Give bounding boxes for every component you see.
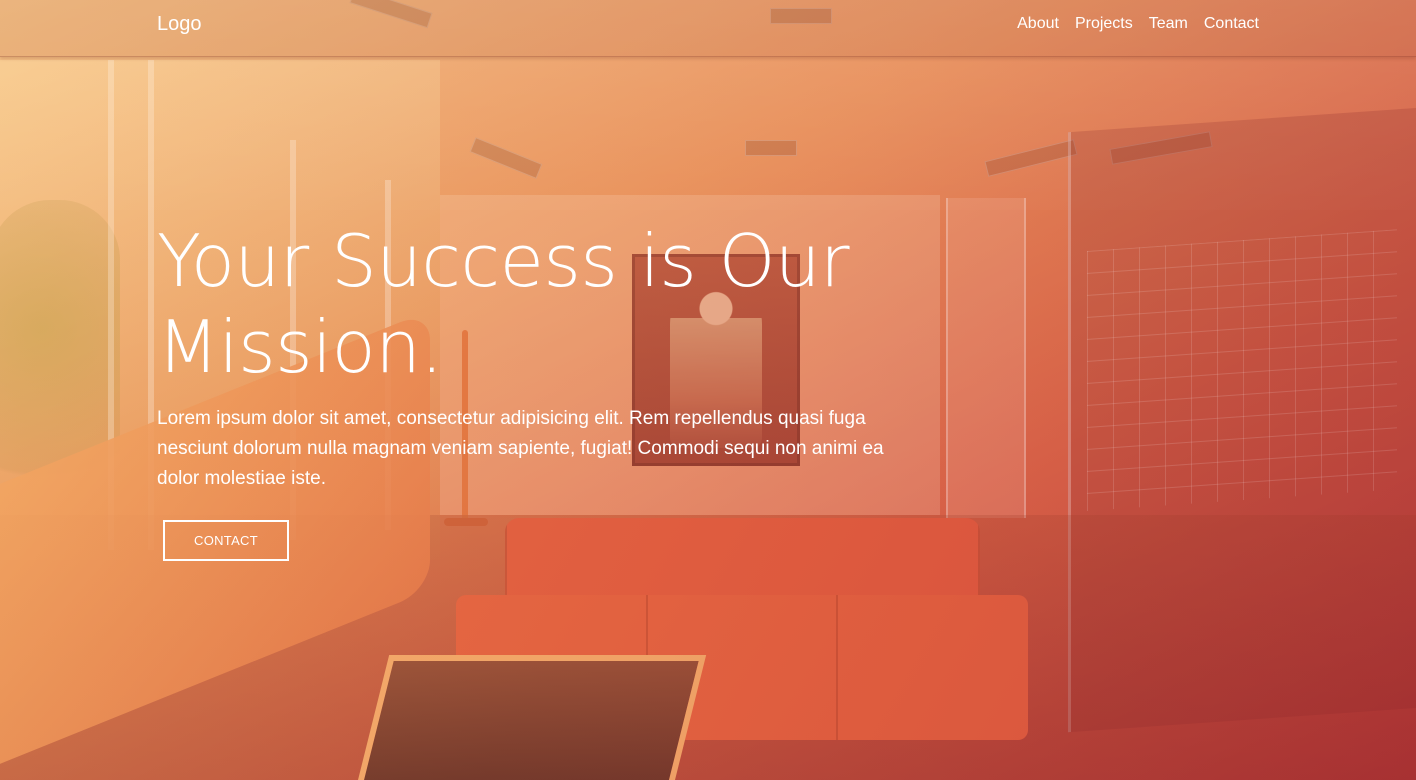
nav-link-about[interactable]: About <box>1017 14 1059 34</box>
headline-line-2: Mission. <box>157 305 443 389</box>
hero-headline: Your Success is Our Mission. <box>157 218 917 390</box>
hero-content: Your Success is Our Mission. Lorem ipsum… <box>157 218 917 561</box>
contact-button[interactable]: CONTACT <box>163 520 289 561</box>
logo-link[interactable]: Logo <box>157 12 202 36</box>
navbar: Logo About Projects Team Contact <box>0 0 1416 57</box>
headline-line-1: Your Success is Our <box>157 219 850 303</box>
nav-link-team[interactable]: Team <box>1149 14 1188 34</box>
nav-link-projects[interactable]: Projects <box>1075 14 1133 34</box>
nav-links: About Projects Team Contact <box>1017 14 1259 34</box>
hero-lead-text: Lorem ipsum dolor sit amet, consectetur … <box>157 408 884 489</box>
nav-link-contact[interactable]: Contact <box>1204 14 1259 34</box>
hero-section: Logo About Projects Team Contact Your Su… <box>0 0 1416 780</box>
